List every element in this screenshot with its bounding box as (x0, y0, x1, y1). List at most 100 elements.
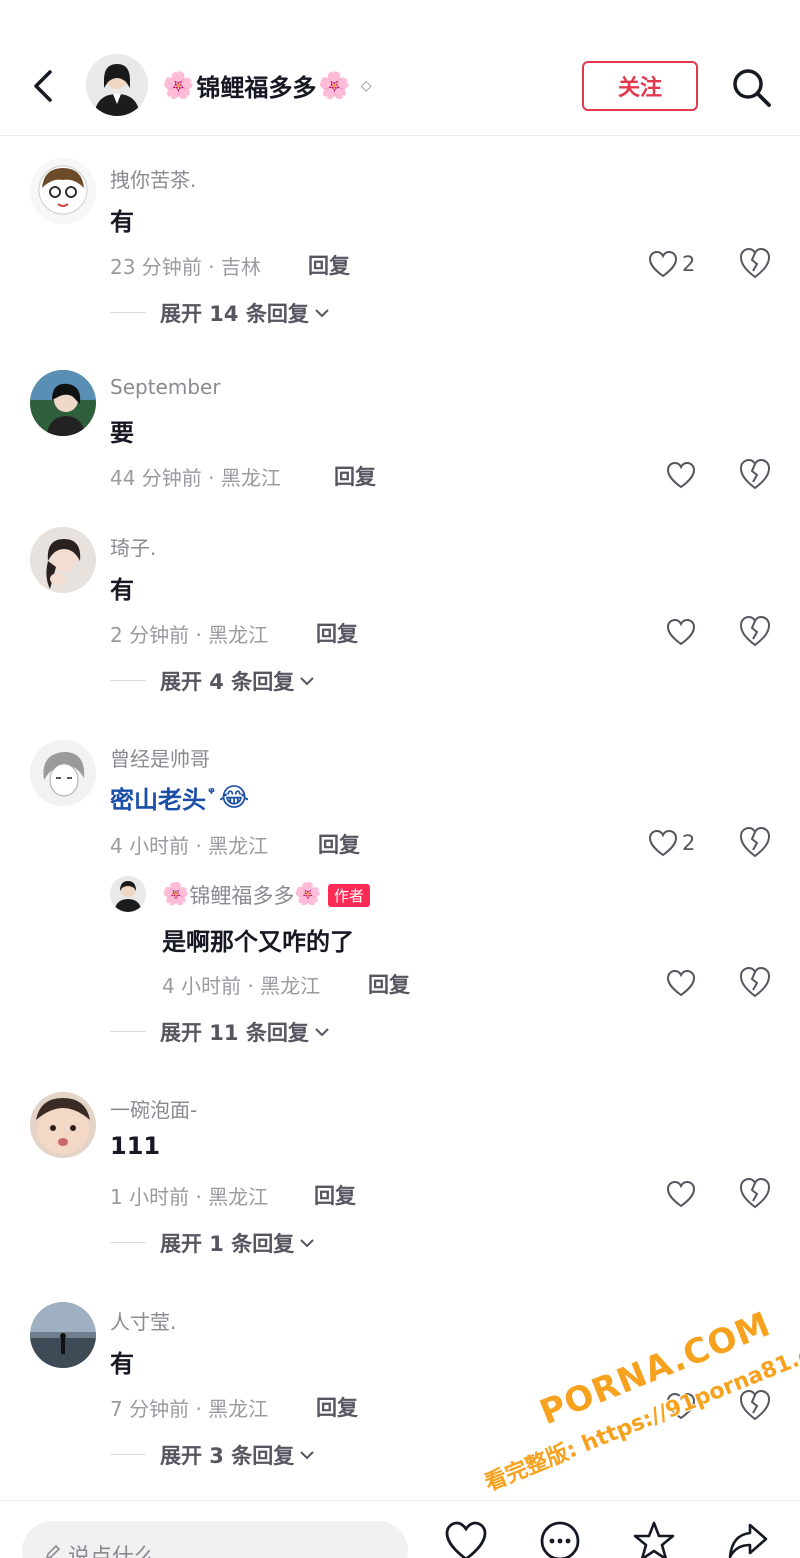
chevron-down-icon (315, 309, 329, 318)
reply-button[interactable]: 回复 (334, 461, 376, 491)
expand-label: 展开 3 条回复 (160, 1444, 295, 1468)
comment-meta: 1 小时前 · 黑龙江 (110, 1185, 269, 1209)
heart-icon (666, 618, 696, 646)
reply-button[interactable]: 回复 (308, 250, 350, 280)
pencil-icon (46, 1544, 61, 1558)
heart-icon (666, 1392, 696, 1420)
dislike-icon[interactable] (738, 1388, 772, 1422)
reply-author-name-text: 锦鲤福多多 (189, 884, 295, 908)
mention-link[interactable]: 密山老头 (110, 780, 206, 815)
heart-icon (648, 829, 678, 857)
comment-text: 有 (110, 1350, 134, 1378)
expand-label: 展开 4 条回复 (160, 670, 295, 694)
like-button[interactable] (666, 965, 726, 1001)
comment-text: 要 (110, 419, 134, 447)
like-button[interactable] (666, 457, 726, 493)
chevron-down-icon (315, 1028, 329, 1037)
reply-button[interactable]: 回复 (368, 969, 410, 999)
reply-author-avatar[interactable] (110, 876, 146, 912)
divider (110, 1031, 146, 1032)
commenter-avatar[interactable] (30, 740, 96, 806)
heart-icon (648, 250, 678, 278)
comment-username[interactable]: 一碗泡面- (110, 1094, 197, 1123)
divider (110, 680, 146, 681)
chevron-down-icon (300, 1239, 314, 1248)
expand-label: 展开 1 条回复 (160, 1232, 295, 1256)
laughing-emoji: 😂 (218, 782, 250, 813)
chevron-left-icon[interactable] (24, 66, 64, 106)
comment-icon[interactable] (538, 1519, 582, 1558)
comment-meta: 4 小时前 · 黑龙江 (110, 834, 269, 858)
dislike-icon[interactable] (738, 825, 772, 859)
flower-emoji: 🌸 (318, 70, 351, 101)
search-icon[interactable] (728, 64, 774, 110)
author-name-text: 锦鲤福多多 (196, 74, 317, 102)
comment-text: 111 (110, 1132, 161, 1160)
comment-username[interactable]: 曾经是帅哥 (110, 743, 210, 772)
reply-button[interactable]: 回复 (316, 618, 358, 648)
reply-button[interactable]: 回复 (316, 1392, 358, 1422)
like-button[interactable]: 2 (648, 246, 708, 282)
comment-meta: 23 分钟前 · 吉林 (110, 255, 261, 279)
comment-meta: 2 分钟前 · 黑龙江 (110, 623, 269, 647)
commenter-avatar[interactable] (30, 1302, 96, 1368)
comment-username[interactable]: 人寸莹. (110, 1306, 176, 1335)
dislike-icon[interactable] (738, 614, 772, 648)
diamond-icon: ◇ (360, 77, 372, 94)
like-button[interactable] (666, 1176, 726, 1212)
expand-label: 展开 14 条回复 (160, 302, 309, 326)
dislike-icon[interactable] (738, 246, 772, 280)
expand-replies[interactable]: 展开 14 条回复 (160, 298, 331, 328)
reply-button[interactable]: 回复 (318, 829, 360, 859)
dislike-icon[interactable] (738, 965, 772, 999)
search-icon: ᵠ (208, 784, 215, 801)
like-button[interactable] (666, 614, 726, 650)
flower-emoji: 🌸 (162, 882, 190, 907)
heart-icon (666, 461, 696, 489)
divider (110, 312, 146, 313)
commenter-avatar[interactable] (30, 1092, 96, 1158)
author-name[interactable]: 🌸 锦鲤福多多 🌸 ◇ (162, 68, 372, 103)
comment-input[interactable]: 说点什么... (22, 1521, 408, 1558)
reply-meta: 4 小时前 · 黑龙江 (162, 974, 321, 998)
reply-button[interactable]: 回复 (314, 1180, 356, 1210)
chevron-down-icon (300, 677, 314, 686)
commenter-avatar[interactable] (30, 158, 96, 224)
comment-input-placeholder: 说点什么... (68, 1545, 177, 1558)
expand-replies[interactable]: 展开 4 条回复 (160, 666, 316, 696)
heart-icon (666, 969, 696, 997)
dislike-icon[interactable] (738, 1176, 772, 1210)
bottom-bar: 说点什么... (0, 1500, 800, 1558)
author-avatar[interactable] (86, 54, 148, 116)
comment-username[interactable]: September (110, 375, 221, 399)
heart-icon (666, 1180, 696, 1208)
star-icon[interactable] (632, 1519, 676, 1558)
chevron-down-icon (300, 1451, 314, 1460)
like-count: 2 (682, 831, 696, 855)
like-button[interactable]: 2 (648, 825, 708, 861)
top-bar: 🌸 锦鲤福多多 🌸 ◇ 关注 (0, 0, 800, 136)
comment-meta: 7 分钟前 · 黑龙江 (110, 1397, 269, 1421)
comment-text: 有 (110, 208, 134, 236)
expand-replies[interactable]: 展开 1 条回复 (160, 1228, 316, 1258)
expand-replies[interactable]: 展开 3 条回复 (160, 1440, 316, 1470)
heart-icon[interactable] (444, 1519, 488, 1558)
reply-author-name[interactable]: 🌸 锦鲤福多多 🌸 作者 (162, 880, 370, 910)
comment-text: 密山老头 ᵠ 😂 (110, 780, 249, 815)
follow-button[interactable]: 关注 (582, 61, 698, 111)
like-button[interactable] (666, 1388, 726, 1424)
divider (110, 1454, 146, 1455)
expand-replies[interactable]: 展开 11 条回复 (160, 1017, 331, 1047)
share-icon[interactable] (726, 1519, 770, 1558)
flower-emoji: 🌸 (294, 882, 322, 907)
like-count: 2 (682, 252, 696, 276)
reply-text: 是啊那个又咋的了 (162, 928, 354, 956)
comment-username[interactable]: 琦子. (110, 532, 156, 561)
commenter-avatar[interactable] (30, 527, 96, 593)
flower-emoji: 🌸 (162, 70, 195, 101)
comment-username[interactable]: 拽你苦茶. (110, 164, 196, 193)
commenter-avatar[interactable] (30, 370, 96, 436)
divider (110, 1242, 146, 1243)
comment-meta: 44 分钟前 · 黑龙江 (110, 466, 281, 490)
dislike-icon[interactable] (738, 457, 772, 491)
